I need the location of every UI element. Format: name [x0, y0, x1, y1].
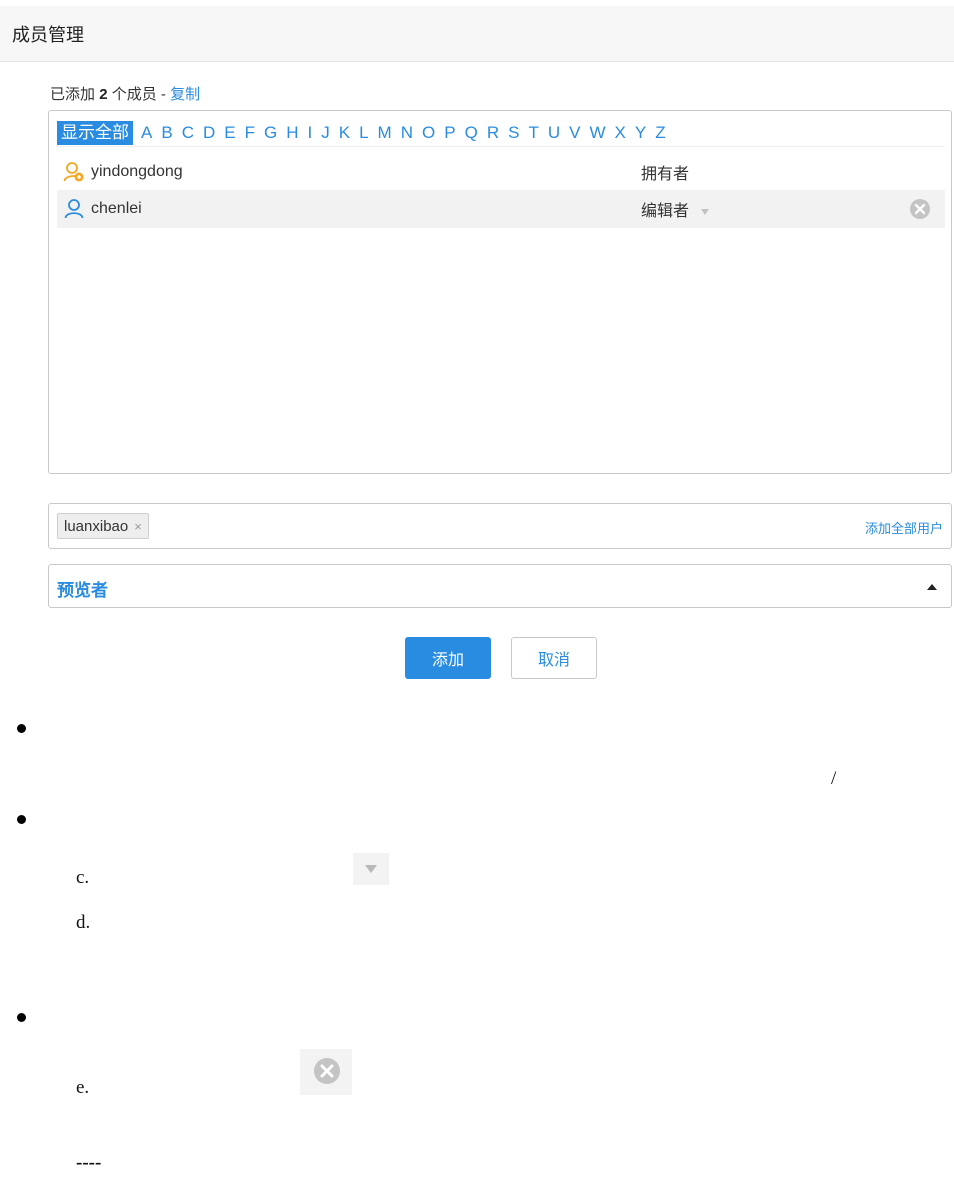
- filter-letter-f[interactable]: F: [245, 123, 255, 143]
- member-role-dropdown[interactable]: 编辑者: [641, 197, 710, 221]
- filter-letter-v[interactable]: V: [569, 123, 580, 143]
- add-button[interactable]: 添加: [405, 637, 491, 679]
- member-row: yindongdong 拥有者: [57, 153, 945, 191]
- summary-suffix: 个成员: [111, 86, 157, 103]
- filter-letter-b[interactable]: B: [161, 123, 172, 143]
- filter-letter-e[interactable]: E: [224, 123, 235, 143]
- remove-member-icon[interactable]: [909, 198, 931, 220]
- filter-letter-z[interactable]: Z: [655, 123, 665, 143]
- tag-label: luanxibao: [64, 517, 129, 535]
- bullet-icon: [17, 724, 26, 733]
- caret-up-icon: [927, 584, 937, 590]
- filter-letter-r[interactable]: R: [487, 123, 499, 143]
- summary-prefix: 已添加: [50, 86, 96, 103]
- filter-letter-m[interactable]: M: [378, 123, 392, 143]
- member-role: 拥有者: [641, 166, 690, 183]
- doc-item-d: d.: [76, 912, 91, 933]
- role-select[interactable]: 预览者: [48, 564, 952, 608]
- close-circle-icon-frame: [300, 1049, 352, 1095]
- filter-letter-s[interactable]: S: [508, 123, 519, 143]
- owner-user-icon: [63, 162, 84, 182]
- filter-letter-p[interactable]: P: [444, 123, 455, 143]
- filter-letter-c[interactable]: C: [182, 123, 194, 143]
- filter-letter-u[interactable]: U: [548, 123, 560, 143]
- user-icon: [64, 199, 84, 219]
- dropdown-arrow-icon[interactable]: [701, 208, 710, 215]
- filter-letter-d[interactable]: D: [203, 123, 215, 143]
- filter-letter-y[interactable]: Y: [635, 123, 646, 143]
- member-name: chenlei: [91, 200, 142, 217]
- filter-letter-w[interactable]: W: [589, 123, 605, 143]
- tag-remove-icon[interactable]: ×: [134, 519, 142, 534]
- bullet-icon: [17, 1013, 26, 1022]
- filter-letter-x[interactable]: X: [615, 123, 626, 143]
- doc-item-c: c.: [76, 867, 90, 888]
- filter-letter-t[interactable]: T: [528, 123, 538, 143]
- filter-letter-h[interactable]: H: [286, 123, 298, 143]
- member-count-summary: 已添加 2 个成员 - 复制: [50, 83, 200, 104]
- doc-item-e: e.: [76, 1077, 90, 1098]
- summary-separator: -: [160, 86, 166, 103]
- dropdown-arrow-icon: [353, 853, 389, 885]
- filter-show-all[interactable]: 显示全部: [57, 120, 133, 145]
- filter-letter-n[interactable]: N: [401, 123, 413, 143]
- member-count: 2: [99, 86, 108, 103]
- member-name: yindongdong: [91, 163, 183, 180]
- filter-letter-k[interactable]: K: [339, 123, 350, 143]
- dialog-header: 成员管理: [0, 6, 954, 62]
- add-all-users-link[interactable]: 添加全部用户: [865, 518, 943, 537]
- filter-letter-q[interactable]: Q: [465, 123, 478, 143]
- filter-letter-o[interactable]: O: [422, 123, 435, 143]
- filter-letter-l[interactable]: L: [359, 123, 368, 143]
- filter-letter-j[interactable]: J: [321, 123, 330, 143]
- cancel-button[interactable]: 取消: [511, 637, 597, 679]
- filter-letter-i[interactable]: I: [308, 123, 313, 143]
- filter-letter-a[interactable]: A: [141, 123, 152, 143]
- member-role-label: 编辑者: [641, 203, 690, 220]
- user-tag-input[interactable]: luanxibao × 添加全部用户: [48, 503, 952, 549]
- close-circle-icon: [314, 1058, 340, 1084]
- role-select-value: 预览者: [57, 581, 108, 600]
- copy-link[interactable]: 复制: [170, 86, 200, 103]
- bullet-icon: [17, 815, 26, 824]
- alphabet-filter-bar: 显示全部 A B C D E F G H I J K L M N O P Q R…: [57, 119, 945, 147]
- selected-user-tag: luanxibao ×: [57, 513, 149, 539]
- member-row: chenlei 编辑者: [57, 190, 945, 228]
- dialog-title: 成员管理: [12, 25, 84, 45]
- doc-dash: ----: [76, 1152, 102, 1173]
- member-list-panel: 显示全部 A B C D E F G H I J K L M N O P Q R…: [48, 110, 952, 474]
- filter-letter-g[interactable]: G: [264, 123, 277, 143]
- doc-slash: /: [831, 768, 837, 789]
